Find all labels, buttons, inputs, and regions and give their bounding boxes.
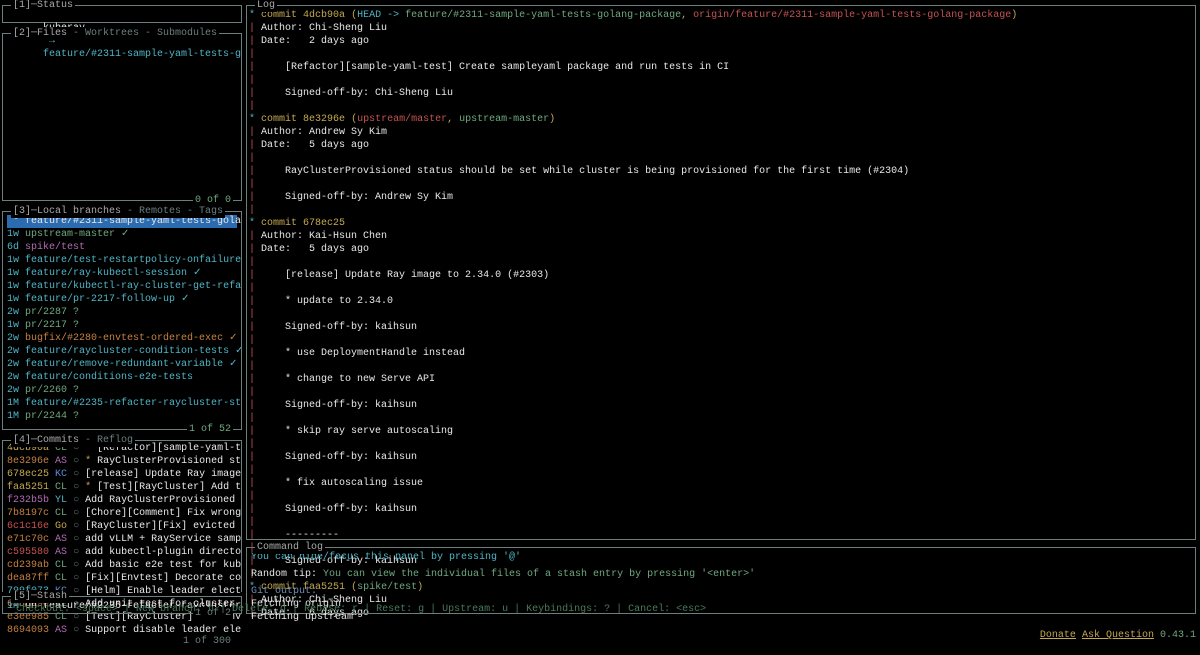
commit-row[interactable]: 6c1c16e Go ○ [RayCluster][Fix] evicted h… — [7, 520, 237, 533]
log-line: | — [249, 464, 1191, 477]
donate-link[interactable]: Donate — [1040, 630, 1076, 641]
log-line: | [release] Update Ray image to 2.34.0 (… — [249, 269, 1191, 282]
tip-label: Random tip: — [251, 569, 323, 580]
commit-row[interactable]: c595580 AS ○ add kubectl-plugin director… — [7, 546, 237, 559]
branch-item[interactable]: 1w feature/ray-kubectl-session ✓ — [7, 267, 237, 280]
commit-row[interactable]: dea87ff CL ○ [Fix][Envtest] Decorate con… — [7, 572, 237, 585]
log-line: | Signed-off-by: kaihsun — [249, 399, 1191, 412]
log-line: | Author: Chi-Sheng Liu — [249, 22, 1191, 35]
log-line: | — [249, 204, 1191, 217]
log-line: | — [249, 178, 1191, 191]
log-line: | — [249, 438, 1191, 451]
log-line: | Author: Kai-Hsun Chen — [249, 230, 1191, 243]
log-line: | — [249, 256, 1191, 269]
branches-content: * feature/#2311-sample-yaml-tests-golang… — [3, 212, 241, 426]
status-title: [1]─Status — [13, 0, 73, 11]
log-line: | — [249, 360, 1191, 373]
branch-item[interactable]: 1w feature/test-restartpolicy-onfailure — [7, 254, 237, 267]
branch-item[interactable]: 1w feature/kubectl-ray-cluster-get-refac… — [7, 280, 237, 293]
cmdlog-title: Command log — [257, 542, 323, 553]
log-line: | — [249, 334, 1191, 347]
cmdlog-hide-hint: You can hide/focus this panel by pressin… — [251, 551, 1191, 564]
log-line: | Date: 5 days ago — [249, 139, 1191, 152]
commit-row[interactable]: e71c70c AS ○ add vLLM + RayService sampl… — [7, 533, 237, 546]
log-line: | --------- — [249, 529, 1191, 542]
log-line: | [Refactor][sample-yaml-test] Create sa… — [249, 61, 1191, 74]
branch-item[interactable]: 2w feature/remove-redundant-variable ✓ — [7, 358, 237, 371]
log-line: | Signed-off-by: Andrew Sy Kim — [249, 191, 1191, 204]
log-line: | — [249, 282, 1191, 295]
branch-item[interactable]: 6d spike/test — [7, 241, 237, 254]
branch-item[interactable]: 2w pr/2287 ? — [7, 306, 237, 319]
log-line: | * skip ray serve autoscaling — [249, 425, 1191, 438]
log-panel[interactable]: Log * commit 4dcb90a (HEAD -> feature/#2… — [246, 5, 1196, 540]
branch-item[interactable]: 2w bugfix/#2280-envtest-ordered-exec ✓ — [7, 332, 237, 345]
status-panel[interactable]: [1]─Status kuberay → feature/#2311-sampl… — [2, 5, 242, 23]
log-line: | Date: 2 days ago — [249, 35, 1191, 48]
branch-item[interactable]: 2w pr/2260 ? — [7, 384, 237, 397]
log-line: | — [249, 412, 1191, 425]
log-line: | Date: 5 days ago — [249, 243, 1191, 256]
log-line: * commit 4dcb90a (HEAD -> feature/#2311-… — [249, 9, 1191, 22]
log-line: | — [249, 48, 1191, 61]
files-subtabs: - Worktrees - Submodules — [67, 28, 217, 39]
branches-subtabs: - Remotes - Tags — [121, 206, 223, 217]
bottom-bar: Checkout: <space> | New branch: n | Dele… — [0, 589, 1200, 630]
commits-footer: 1 of 300 — [181, 635, 233, 648]
log-line: | — [249, 74, 1191, 87]
branches-title: [3]─Local branches — [13, 206, 121, 217]
commits-panel[interactable]: [4]─Commits - Reflog 4dcb90a CL ○ * [Ref… — [2, 440, 242, 592]
log-line: | Signed-off-by: kaihsun — [249, 451, 1191, 464]
log-line: | * update to 2.34.0 — [249, 295, 1191, 308]
keybindings-hint: Checkout: <space> | New branch: n | Dele… — [16, 604, 706, 615]
branch-item[interactable]: 1w feature/pr-2217-follow-up ✓ — [7, 293, 237, 306]
branch-item[interactable]: 1M pr/2244 ? — [7, 410, 237, 423]
log-line: | — [249, 490, 1191, 503]
log-line: | RayClusterProvisioned status should be… — [249, 165, 1191, 178]
commit-row[interactable]: faa5251 CL ○ * [Test][RayCluster] Add te… — [7, 481, 237, 494]
branch-item[interactable]: 1M feature/#2235-refacter-raycluster-sta… — [7, 397, 237, 410]
branch-item[interactable]: 2w feature/raycluster-condition-tests ✓ — [7, 345, 237, 358]
log-line: | Signed-off-by: Chi-Sheng Liu — [249, 87, 1191, 100]
branch-item[interactable]: 2w feature/conditions-e2e-tests — [7, 371, 237, 384]
ask-question-link[interactable]: Ask Question — [1082, 630, 1154, 641]
commit-row[interactable]: cd239ab CL ○ Add basic e2e test for kube… — [7, 559, 237, 572]
tip-text: You can view the individual files of a s… — [323, 569, 755, 580]
branches-panel[interactable]: [3]─Local branches - Remotes - Tags * fe… — [2, 211, 242, 430]
files-panel[interactable]: [2]─Files - Worktrees - Submodules 0 of … — [2, 33, 242, 201]
commit-row[interactable]: 678ec25 KC ○ [release] Update Ray image … — [7, 468, 237, 481]
log-line: | — [249, 100, 1191, 113]
log-line: | * change to new Serve API — [249, 373, 1191, 386]
log-line: | Signed-off-by: kaihsun — [249, 321, 1191, 334]
log-line: | — [249, 152, 1191, 165]
log-title: Log — [257, 0, 275, 11]
commits-subtabs: - Reflog — [79, 435, 133, 446]
log-line: | Signed-off-by: kaihsun — [249, 503, 1191, 516]
branch-item[interactable]: 1w upstream-master ✓ — [7, 228, 237, 241]
commit-row[interactable]: f232b5b YL ○ Add RayClusterProvisioned C… — [7, 494, 237, 507]
branches-footer: 1 of 52 — [187, 423, 233, 436]
log-line: | — [249, 516, 1191, 529]
log-line: | * use DeploymentHandle instead — [249, 347, 1191, 360]
log-line: | * fix autoscaling issue — [249, 477, 1191, 490]
commit-row[interactable]: 8e3296e AS ○ * RayClusterProvisioned sta… — [7, 455, 237, 468]
commits-title: [4]─Commits — [13, 435, 79, 446]
files-title: [2]─Files — [13, 28, 67, 39]
version: 0.43.1 — [1160, 630, 1196, 641]
commit-row[interactable]: 7b8197c CL ○ [Chore][Comment] Fix wrong … — [7, 507, 237, 520]
branch-item[interactable]: 1w pr/2217 ? — [7, 319, 237, 332]
log-line: * commit 8e3296e (upstream/master, upstr… — [249, 113, 1191, 126]
log-content[interactable]: * commit 4dcb90a (HEAD -> feature/#2311-… — [247, 6, 1195, 623]
log-line: * commit 678ec25 — [249, 217, 1191, 230]
log-line: | — [249, 386, 1191, 399]
log-line: | — [249, 308, 1191, 321]
log-line: | Author: Andrew Sy Kim — [249, 126, 1191, 139]
